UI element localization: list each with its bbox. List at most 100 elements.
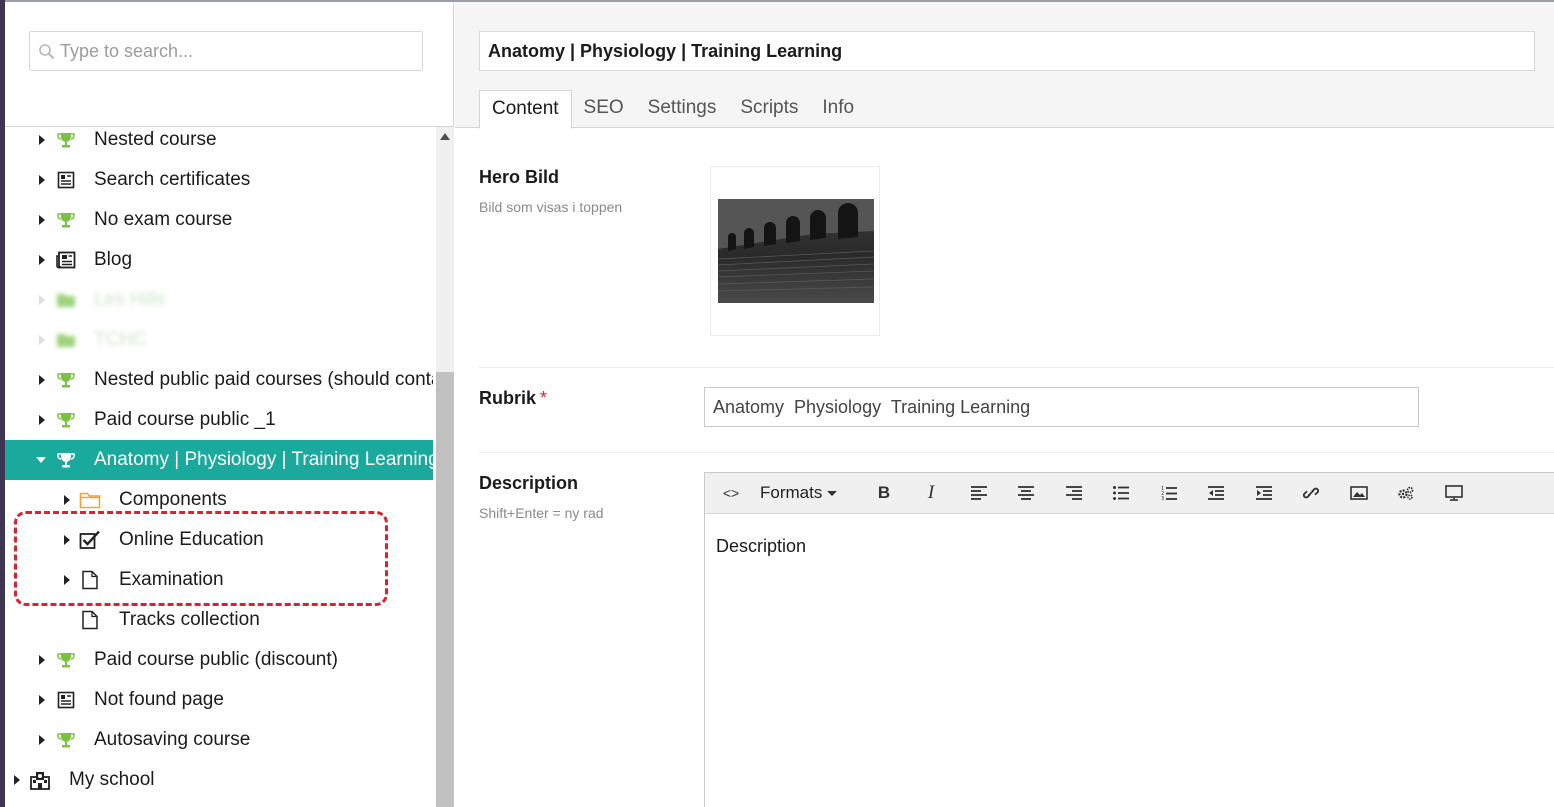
content-tree: Nested course Search certificates No exa… <box>5 127 433 807</box>
trophy-icon <box>55 369 77 391</box>
gears-icon <box>1398 486 1414 500</box>
italic-button[interactable]: I <box>913 478 949 508</box>
caret-right-icon[interactable] <box>37 135 47 145</box>
tree-item-nested-course[interactable]: Nested course <box>5 127 433 160</box>
macro-button[interactable] <box>1388 478 1424 508</box>
tab-seo[interactable]: SEO <box>572 90 636 128</box>
caret-right-icon[interactable] <box>37 695 47 705</box>
trophy-icon <box>55 129 77 151</box>
rte-toolbar: <> Formats B I 123 <box>705 473 1554 514</box>
tree-item-label: Not found page <box>94 689 224 710</box>
caret-right-icon[interactable] <box>62 495 72 505</box>
tree-item-blog[interactable]: Blog <box>5 240 433 280</box>
folder-icon <box>55 289 77 311</box>
rubrik-label-text: Rubrik <box>479 388 537 408</box>
tree-item-paid-course-public-discount[interactable]: Paid course public (discount) <box>5 640 433 680</box>
hero-image-picker[interactable] <box>710 166 880 336</box>
caret-right-icon[interactable] <box>37 295 47 305</box>
highlight-annotation <box>14 511 388 606</box>
description-label: Description <box>479 473 579 493</box>
content-editor: Content SEO Settings Scripts Info Hero B… <box>455 2 1554 807</box>
search-input[interactable] <box>60 32 420 70</box>
tree-search[interactable] <box>29 31 423 71</box>
caret-down-icon[interactable] <box>36 455 46 465</box>
caret-right-icon[interactable] <box>37 335 47 345</box>
caret-right-icon[interactable] <box>37 655 47 665</box>
tab-info[interactable]: Info <box>810 90 866 128</box>
trophy-icon <box>55 729 77 751</box>
indent-button[interactable] <box>1246 478 1282 508</box>
folder-icon <box>79 489 101 511</box>
tree-item-label: Anatomy | Physiology | Training Learning <box>94 449 433 470</box>
scroll-up-arrow-icon[interactable] <box>440 133 450 140</box>
tree-item-label: Nested public paid courses (should conta… <box>94 369 433 390</box>
node-title-input[interactable] <box>479 31 1535 71</box>
fullscreen-button[interactable] <box>1436 478 1472 508</box>
trophy-icon <box>55 409 77 431</box>
rte-content[interactable]: Description <box>716 536 806 557</box>
rich-text-editor[interactable]: <> Formats B I 123 Description <box>704 472 1554 807</box>
caret-right-icon[interactable] <box>37 255 47 265</box>
align-left-button[interactable] <box>961 478 997 508</box>
tree-item-paid-course-public-1[interactable]: Paid course public _1 <box>5 400 433 440</box>
tree-item-label: Les Hills <box>94 289 166 310</box>
align-right-icon <box>1066 486 1082 500</box>
tree-item-autosaving-course[interactable]: Autosaving course <box>5 720 433 760</box>
hero-image[interactable] <box>718 199 874 303</box>
tree-item-label: Search certificates <box>94 169 251 190</box>
tree-item-label: Blog <box>94 249 133 270</box>
tree-item-tracks-collection[interactable]: Tracks collection <box>5 600 433 640</box>
document-icon <box>79 609 101 631</box>
required-marker: * <box>540 388 548 408</box>
tree-item-label: Autosaving course <box>94 729 251 750</box>
scroll-thumb[interactable] <box>436 372 454 807</box>
tree-item-not-found-page[interactable]: Not found page <box>5 680 433 720</box>
numbered-list-icon: 123 <box>1161 486 1177 501</box>
tree-item-label: No exam course <box>94 209 233 230</box>
tree-item-label: TCHC <box>94 329 147 350</box>
caret-right-icon[interactable] <box>37 735 47 745</box>
tree-item-blurred[interactable]: TCHC <box>5 320 433 360</box>
tree-item-search-certificates[interactable]: Search certificates <box>5 160 433 200</box>
tree-item-no-exam-course[interactable]: No exam course <box>5 200 433 240</box>
caret-right-icon[interactable] <box>37 415 47 425</box>
search-icon <box>39 44 55 60</box>
caret-right-icon[interactable] <box>37 215 47 225</box>
rubrik-input[interactable] <box>704 387 1419 427</box>
tab-scripts[interactable]: Scripts <box>728 90 810 128</box>
svg-text:3: 3 <box>1161 496 1164 501</box>
monitor-icon <box>1445 485 1463 501</box>
tree-item-label: Paid course public (discount) <box>94 649 338 670</box>
tree-item-anatomy-active[interactable]: Anatomy | Physiology | Training Learning <box>5 440 433 480</box>
align-right-button[interactable] <box>1056 478 1092 508</box>
align-center-button[interactable] <box>1008 478 1044 508</box>
link-button[interactable] <box>1293 478 1329 508</box>
tree-item-blurred[interactable]: Les Hills <box>5 280 433 320</box>
tree-scrollbar[interactable] <box>436 127 454 807</box>
formats-label: Formats <box>760 483 823 502</box>
align-left-icon <box>971 486 987 500</box>
formats-dropdown[interactable]: Formats <box>760 478 838 508</box>
trophy-icon <box>55 649 77 671</box>
bold-button[interactable]: B <box>866 478 902 508</box>
caret-right-icon[interactable] <box>12 775 22 785</box>
outdent-icon <box>1208 486 1224 500</box>
tree-item-my-school[interactable]: My school <box>5 760 433 800</box>
tab-settings[interactable]: Settings <box>636 90 729 128</box>
source-code-button[interactable]: <> <box>713 478 749 508</box>
tree-item-label: My school <box>69 769 155 790</box>
caret-right-icon[interactable] <box>37 375 47 385</box>
numbered-list-button[interactable]: 123 <box>1151 478 1187 508</box>
caret-right-icon[interactable] <box>37 175 47 185</box>
property-separator <box>479 367 1554 368</box>
indent-icon <box>1256 486 1272 500</box>
bullet-list-icon <box>1113 486 1129 500</box>
tree-item-nested-public-paid-courses[interactable]: Nested public paid courses (should conta… <box>5 360 433 400</box>
newspaper-icon <box>55 249 77 271</box>
hero-label: Hero Bild <box>479 167 560 187</box>
outdent-button[interactable] <box>1198 478 1234 508</box>
bullet-list-button[interactable] <box>1103 478 1139 508</box>
insert-image-button[interactable] <box>1341 478 1377 508</box>
certificate-icon <box>55 689 77 711</box>
tab-content[interactable]: Content <box>479 90 572 129</box>
